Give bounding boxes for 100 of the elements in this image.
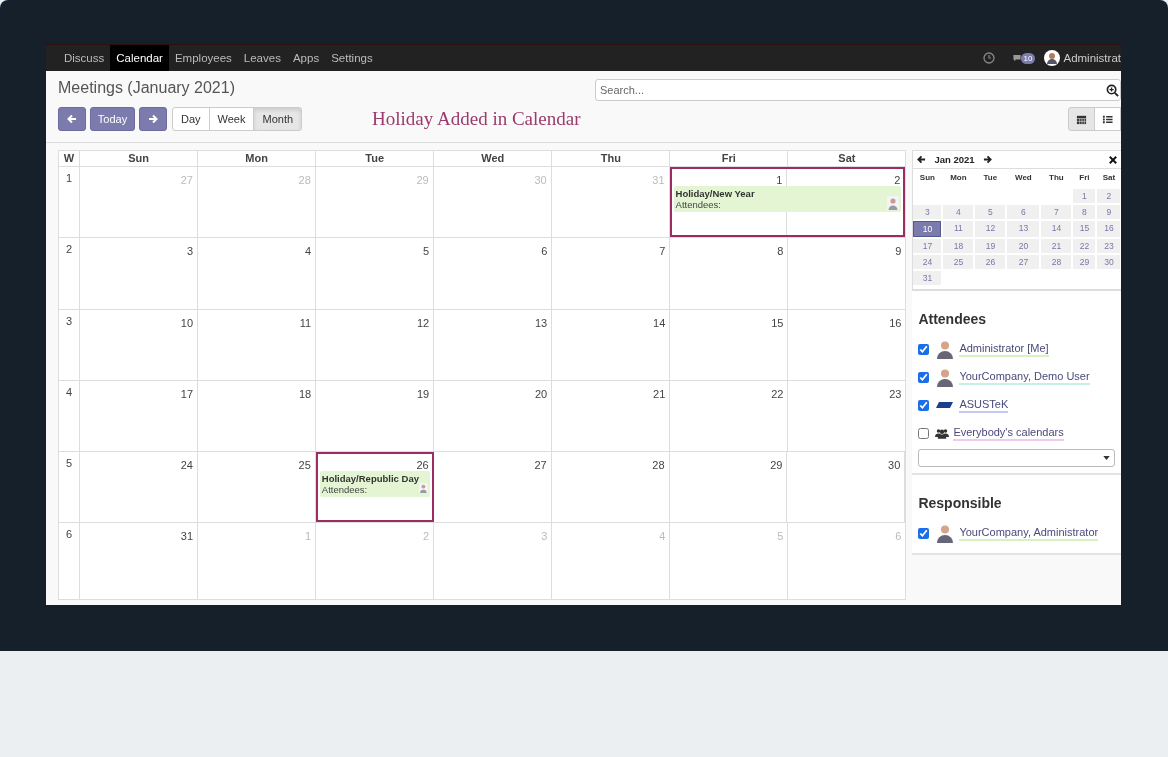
mini-calendar-day[interactable]: 29 [1073,255,1096,269]
mini-calendar-day[interactable]: 19 [975,239,1006,253]
user-avatar-icon[interactable] [1044,50,1061,66]
close-icon[interactable] [1109,155,1117,164]
day-number[interactable]: 21 [653,387,666,400]
mini-calendar-day[interactable]: 10 [913,221,942,237]
menu-item[interactable]: Settings [325,45,379,71]
calendar-view-button[interactable] [1068,107,1095,131]
day-number[interactable]: 6 [541,245,548,258]
menu-item[interactable]: Employees [168,45,238,71]
view-button[interactable]: Week [208,107,255,131]
day-number[interactable]: 14 [653,316,666,329]
mini-calendar-day[interactable]: 23 [1097,239,1121,253]
search-field[interactable]: Search... [595,79,1121,101]
mini-calendar-day[interactable]: 22 [1073,239,1096,253]
day-number[interactable]: 23 [889,387,902,400]
view-button[interactable]: Day [172,107,210,131]
mini-calendar-day[interactable]: 27 [1007,255,1040,269]
week-number: 3 [59,309,80,380]
mini-calendar-day[interactable]: 28 [1041,255,1072,269]
menu-item[interactable]: Calendar [110,45,169,71]
month-title[interactable]: Jan 2021 [934,154,975,165]
view-button[interactable]: Month [253,107,303,131]
mini-calendar-day[interactable]: 4 [943,205,974,219]
day-number[interactable]: 20 [535,387,548,400]
mini-calendar-day[interactable]: 30 [1097,255,1121,269]
mini-calendar-day[interactable]: 2 [1097,189,1121,203]
filter-name[interactable]: Everybody's calendars [953,425,1064,441]
previous-button[interactable] [58,107,86,131]
day-number[interactable]: 8 [777,245,784,258]
mini-calendar-day[interactable]: 25 [943,255,974,269]
day-number[interactable]: 16 [889,316,902,329]
filter-checkbox[interactable] [918,527,930,539]
list-view-button[interactable] [1094,107,1121,131]
mini-calendar-day[interactable]: 20 [1007,239,1040,253]
day-number[interactable]: 15 [771,316,784,329]
mini-calendar-day[interactable]: 31 [913,271,942,285]
filter-checkbox[interactable] [918,343,930,355]
user-name[interactable]: Administrat [1063,52,1121,64]
day-number[interactable]: 19 [416,387,430,400]
day-number[interactable]: 25 [298,459,311,472]
chat-icon[interactable] [1011,53,1022,63]
day-number[interactable]: 12 [416,316,430,329]
mini-calendar-day[interactable]: 21 [1041,239,1072,253]
mini-calendar-day[interactable]: 5 [975,205,1006,219]
filter-name[interactable]: ASUSTeK [959,397,1009,413]
day-number[interactable]: 17 [180,387,194,400]
mini-calendar-day[interactable]: 16 [1097,221,1121,237]
next-button[interactable] [139,107,167,131]
mini-calendar-day[interactable]: 12 [975,221,1006,237]
menu-item[interactable]: Leaves [237,45,287,71]
filter-checkbox[interactable] [918,399,930,411]
mini-calendar-day[interactable]: 8 [1073,205,1096,219]
day-number[interactable]: 18 [298,387,312,400]
filter-name[interactable]: Administrator [Me] [959,341,1049,357]
day-number[interactable]: 13 [535,316,548,329]
event-attendees-label: Attendees: [321,484,369,496]
event-block[interactable]: Holiday/New Year Attendees: [673,186,902,212]
mini-calendar-day[interactable]: 9 [1097,205,1121,219]
day-number[interactable]: 27 [534,459,547,472]
filter-name[interactable]: YourCompany, Administrator [959,525,1099,541]
day-number[interactable]: 28 [652,459,665,472]
clock-icon[interactable] [982,52,995,64]
mini-calendar-day[interactable]: 11 [943,221,974,237]
day-number[interactable]: 26 [416,459,429,472]
mini-calendar-day[interactable]: 3 [913,205,942,219]
menu-item[interactable]: Discuss [58,45,111,71]
search-icon[interactable] [1106,84,1119,97]
day-number[interactable]: 11 [299,316,312,329]
day-number[interactable]: 10 [180,316,194,329]
mini-calendar-day[interactable]: 24 [913,255,942,269]
day-number[interactable]: 3 [186,245,194,258]
day-number[interactable]: 4 [305,245,312,258]
mini-calendar-day[interactable]: 14 [1041,221,1072,237]
mini-calendar-day[interactable]: 1 [1073,189,1096,203]
mini-calendar-day[interactable]: 7 [1041,205,1072,219]
mini-calendar-day[interactable]: 26 [975,255,1006,269]
filter-name[interactable]: YourCompany, Demo User [959,369,1090,385]
filter-checkbox[interactable] [918,371,930,383]
menu-item[interactable]: Apps [286,45,326,71]
previous-month-icon[interactable] [917,155,927,164]
filter-checkbox[interactable] [918,427,930,439]
day-number[interactable]: 31 [180,530,194,543]
day-number[interactable]: 2 [894,174,901,186]
day-number[interactable]: 9 [895,245,902,258]
mini-calendar-day[interactable]: 15 [1073,221,1096,237]
next-month-icon[interactable] [982,155,992,164]
day-number[interactable]: 29 [770,459,783,472]
mini-calendar-day[interactable]: 6 [1007,205,1040,219]
day-number[interactable]: 1 [776,174,783,186]
day-number[interactable]: 5 [423,245,430,258]
day-number[interactable]: 30 [888,459,901,472]
day-number[interactable]: 22 [771,387,784,400]
mini-calendar-day[interactable]: 17 [913,239,942,253]
day-number[interactable]: 7 [659,245,666,258]
mini-calendar-day[interactable]: 18 [943,239,974,253]
day-number[interactable]: 24 [180,459,193,472]
today-button[interactable]: Today [90,107,135,131]
event-block[interactable]: Holiday/Republic Day Attendees: [319,471,430,498]
mini-calendar-day[interactable]: 13 [1007,221,1040,237]
